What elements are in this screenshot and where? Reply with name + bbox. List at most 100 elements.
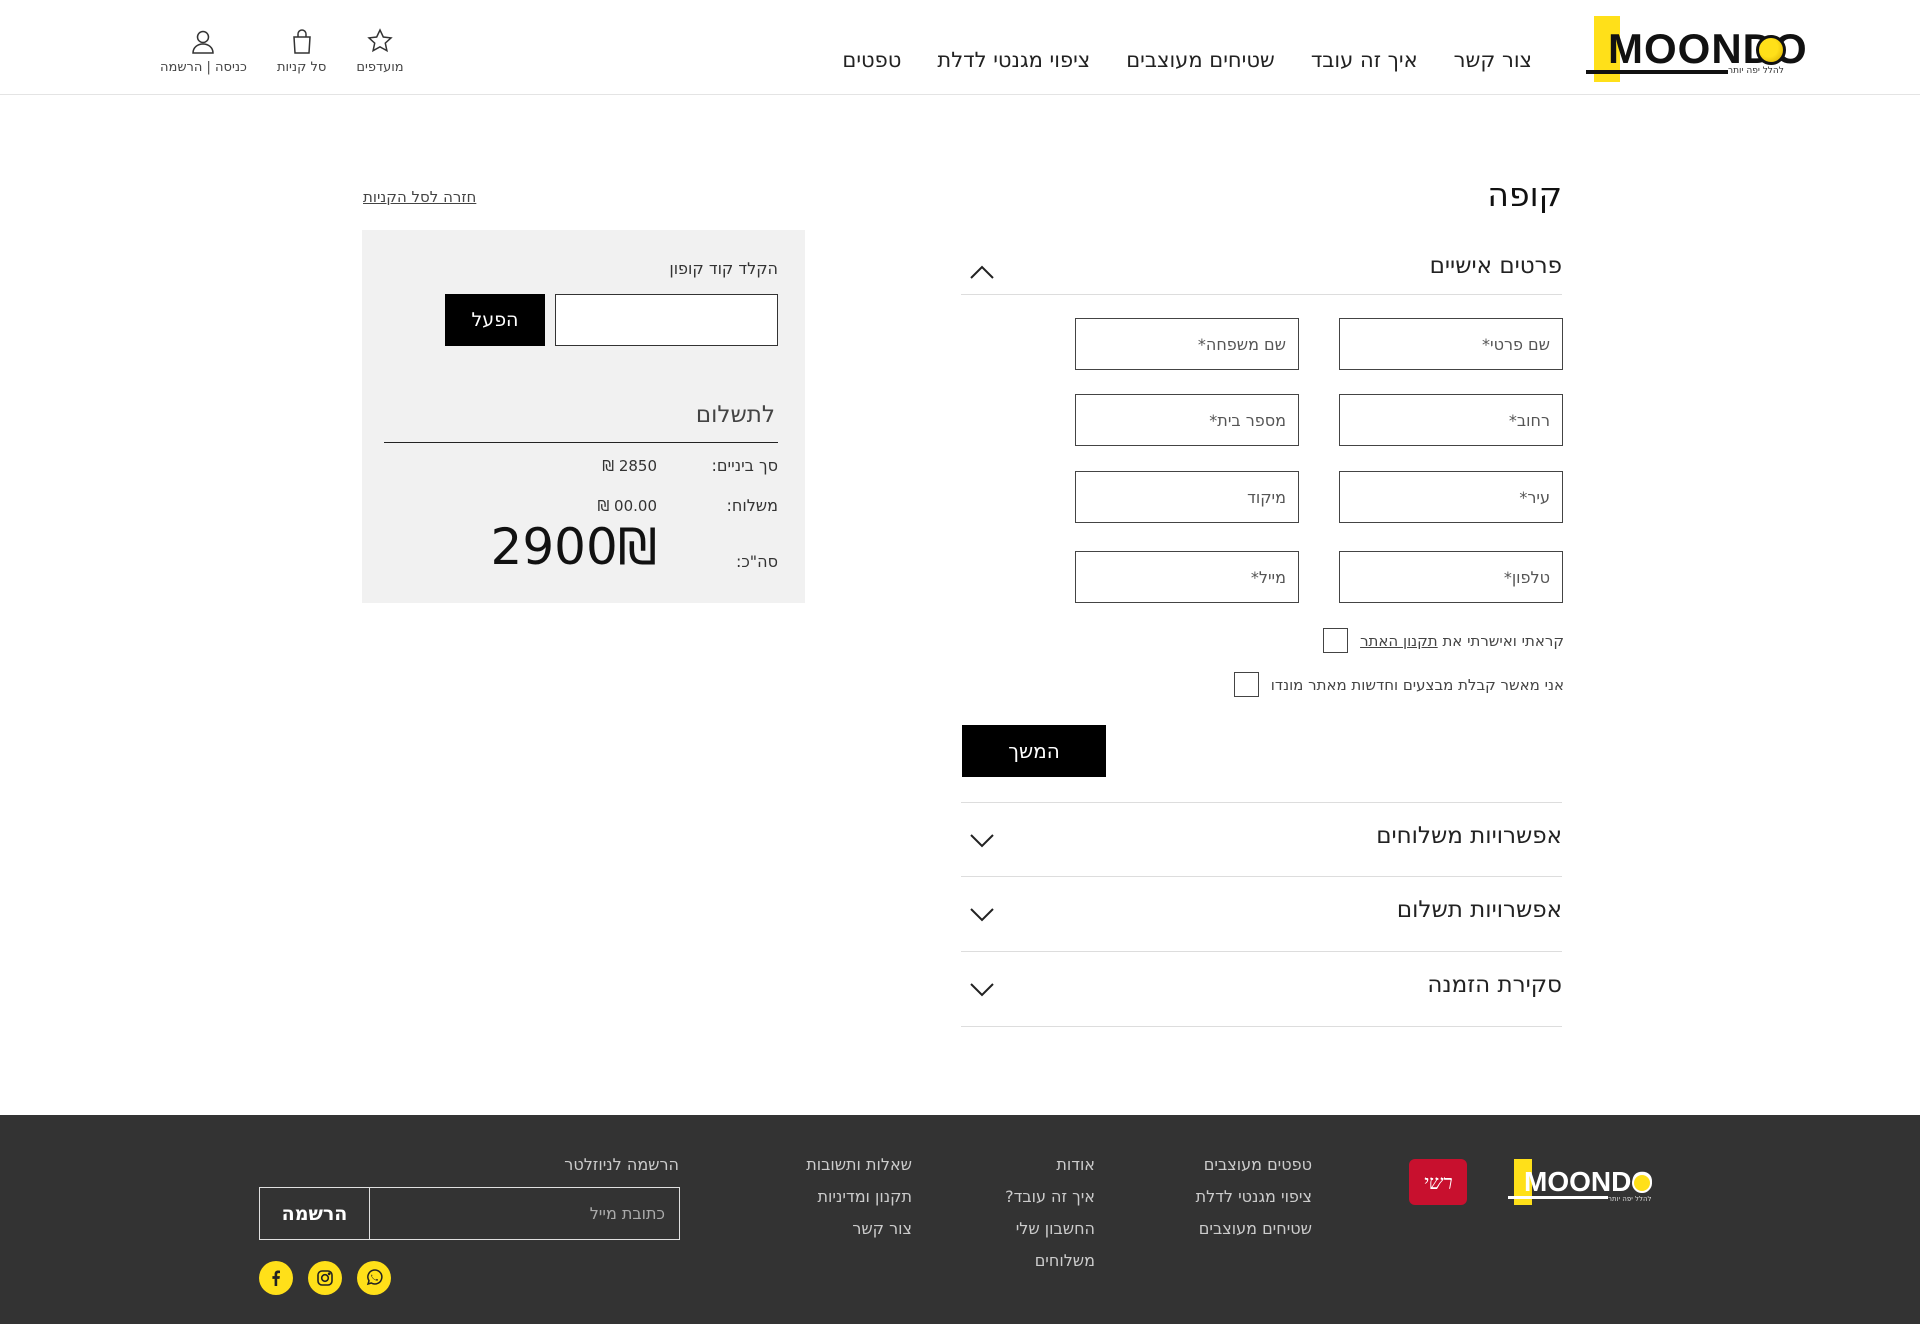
section-payment-options[interactable]: אפשרויות תשלום [961,877,1562,952]
back-to-cart-link[interactable]: חזרה לסל הקניות [363,188,476,206]
coupon-input[interactable] [555,294,778,346]
footer-link[interactable]: ציפוי מגנטי לדלת [1196,1187,1312,1206]
footer-link[interactable]: שאלות ותשובות [806,1155,912,1174]
street-field[interactable]: רחוב* [1339,394,1563,446]
footer-link[interactable]: החשבון שלי [1005,1219,1095,1238]
total-label: סה"כ: [735,552,778,571]
footer-link[interactable]: איך זה עובד? [1005,1187,1095,1206]
zip-field[interactable]: מיקוד [1075,471,1299,523]
whatsapp-link[interactable] [357,1261,391,1295]
newsletter-form: כתובת מייל הרשמה [259,1187,680,1240]
footer-links-products: טפטים מעוצבים ציפוי מגנטי לדלת שטיחים מע… [1196,1155,1312,1238]
cart-label: סל קניות [276,60,327,75]
phone-field[interactable]: טלפון* [1339,551,1563,603]
chevron-down-icon [970,908,994,922]
footer-link[interactable]: תקנון ומדיניות [806,1187,912,1206]
zip-placeholder: מיקוד [1247,487,1286,507]
nav-item-rugs[interactable]: שטיחים מעוצבים [1126,48,1275,72]
email-placeholder: מייל* [1250,567,1286,587]
chevron-up-icon [970,265,994,279]
house-number-placeholder: מספר בית* [1209,410,1286,430]
first-name-field[interactable]: שם פרטי* [1339,318,1563,370]
main-nav: טפטים ציפוי מגנטי לדלת שטיחים מעוצבים אי… [842,48,1532,72]
coupon-label: הקלד קוד קופון [669,259,778,278]
section-payment-title: אפשרויות תשלום [1396,897,1562,923]
user-icon [192,30,215,54]
terms-prefix: קראתי ואישרתי את [1442,631,1564,650]
nav-item-how-it-works[interactable]: איך זה עובד [1311,48,1418,72]
terms-link[interactable]: תקנון האתר [1360,632,1438,650]
shipping-label: משלוח: [726,496,779,515]
utility-nav: כניסה | הרשמה סל קניות מועדפים [160,28,404,75]
footer-link[interactable]: שטיחים מעוצבים [1196,1219,1312,1238]
instagram-icon [317,1270,333,1286]
subtotal-label: סך ביניים: [711,456,778,475]
favorites-link[interactable]: מועדפים [356,28,404,75]
newsletter-email-input[interactable]: כתובת מייל [369,1188,679,1239]
footer-link[interactable]: צור קשר [806,1219,912,1238]
divider [384,442,778,443]
site-footer: MOONDO להלל יפה יותר רשי טפטים מעוצבים צ… [0,1115,1920,1324]
last-name-placeholder: שם משפחה* [1197,334,1286,354]
footer-logo-underline [1508,1196,1608,1199]
footer-link[interactable]: משלוחים [1005,1251,1095,1270]
login-label: כניסה | הרשמה [160,60,247,75]
subtotal-value: 2850 ₪ [602,457,657,475]
footer-logo-sun-icon [1632,1173,1652,1193]
login-link[interactable]: כניסה | הרשמה [160,28,247,75]
section-shipping-title: אפשרויות משלוחים [1376,823,1562,849]
facebook-icon [272,1270,280,1286]
email-field[interactable]: מייל* [1075,551,1299,603]
footer-logo[interactable]: MOONDO להלל יפה יותר [1508,1159,1653,1205]
newsletter-consent-checkbox[interactable] [1233,672,1259,697]
star-icon [367,28,393,53]
nav-item-magnetic-door[interactable]: ציפוי מגנטי לדלת [937,48,1090,72]
total-value: 2900₪ [490,518,657,576]
newsletter-email-placeholder: כתובת מייל [589,1204,665,1223]
phone-placeholder: טלפון* [1503,567,1550,587]
site-header: MOONDO להלל יפה יותר טפטים ציפוי מגנטי ל… [0,0,1920,95]
page-title: קופה [1487,175,1562,214]
footer-link[interactable]: אודות [1005,1155,1095,1174]
newsletter-consent-text: אני מאשר קבלת מבצעים וחדשות מאתר מונדו [1270,675,1564,694]
accessibility-badge[interactable]: רשי [1409,1159,1467,1205]
city-field[interactable]: עיר* [1339,471,1563,523]
newsletter-consent-row: אני מאשר קבלת מבצעים וחדשות מאתר מונדו [1233,672,1564,697]
city-placeholder: עיר* [1519,487,1550,507]
terms-text: קראתי ואישרתי את תקנון האתר [1360,632,1564,650]
site-logo[interactable]: MOONDO להלל יפה יותר [1586,16,1807,82]
chevron-down-icon [970,834,994,848]
section-review-title: סקירת הזמנה [1427,972,1562,998]
whatsapp-icon [366,1269,383,1286]
street-placeholder: רחוב* [1508,410,1550,430]
shipping-value: 00.00 ₪ [597,497,657,515]
logo-underline [1586,70,1728,74]
house-number-field[interactable]: מספר בית* [1075,394,1299,446]
newsletter-signup-button[interactable]: הרשמה [260,1188,370,1239]
instagram-link[interactable] [308,1261,342,1295]
footer-logo-tagline: להלל יפה יותר [1608,1195,1652,1203]
favorites-label: מועדפים [356,60,404,75]
cart-link[interactable]: סל קניות [277,28,326,75]
social-links [259,1261,391,1295]
shopping-bag-icon [292,29,311,54]
continue-button[interactable]: המשך [962,725,1106,777]
newsletter-title: הרשמה לניוזלטר [564,1155,679,1174]
footer-links-info: אודות איך זה עובד? החשבון שלי משלוחים [1005,1155,1095,1270]
section-personal-details[interactable]: פרטים אישיים [961,250,1562,295]
terms-checkbox[interactable] [1323,628,1349,653]
logo-sun-icon [1756,35,1786,65]
first-name-placeholder: שם פרטי* [1481,334,1550,354]
nav-item-wallpapers[interactable]: טפטים [842,48,901,72]
section-personal-title: פרטים אישיים [1429,253,1562,279]
terms-row: קראתי ואישרתי את תקנון האתר [1323,628,1564,653]
apply-coupon-button[interactable]: הפעל [445,294,545,346]
footer-links-support: שאלות ותשובות תקנון ומדיניות צור קשר [806,1155,912,1238]
section-order-review[interactable]: סקירת הזמנה [961,952,1562,1027]
section-shipping-options[interactable]: אפשרויות משלוחים [961,802,1562,877]
facebook-link[interactable] [259,1261,293,1295]
nav-item-contact[interactable]: צור קשר [1454,48,1532,72]
footer-link[interactable]: טפטים מעוצבים [1196,1155,1312,1174]
last-name-field[interactable]: שם משפחה* [1075,318,1299,370]
logo-tagline: להלל יפה יותר [1728,66,1784,76]
